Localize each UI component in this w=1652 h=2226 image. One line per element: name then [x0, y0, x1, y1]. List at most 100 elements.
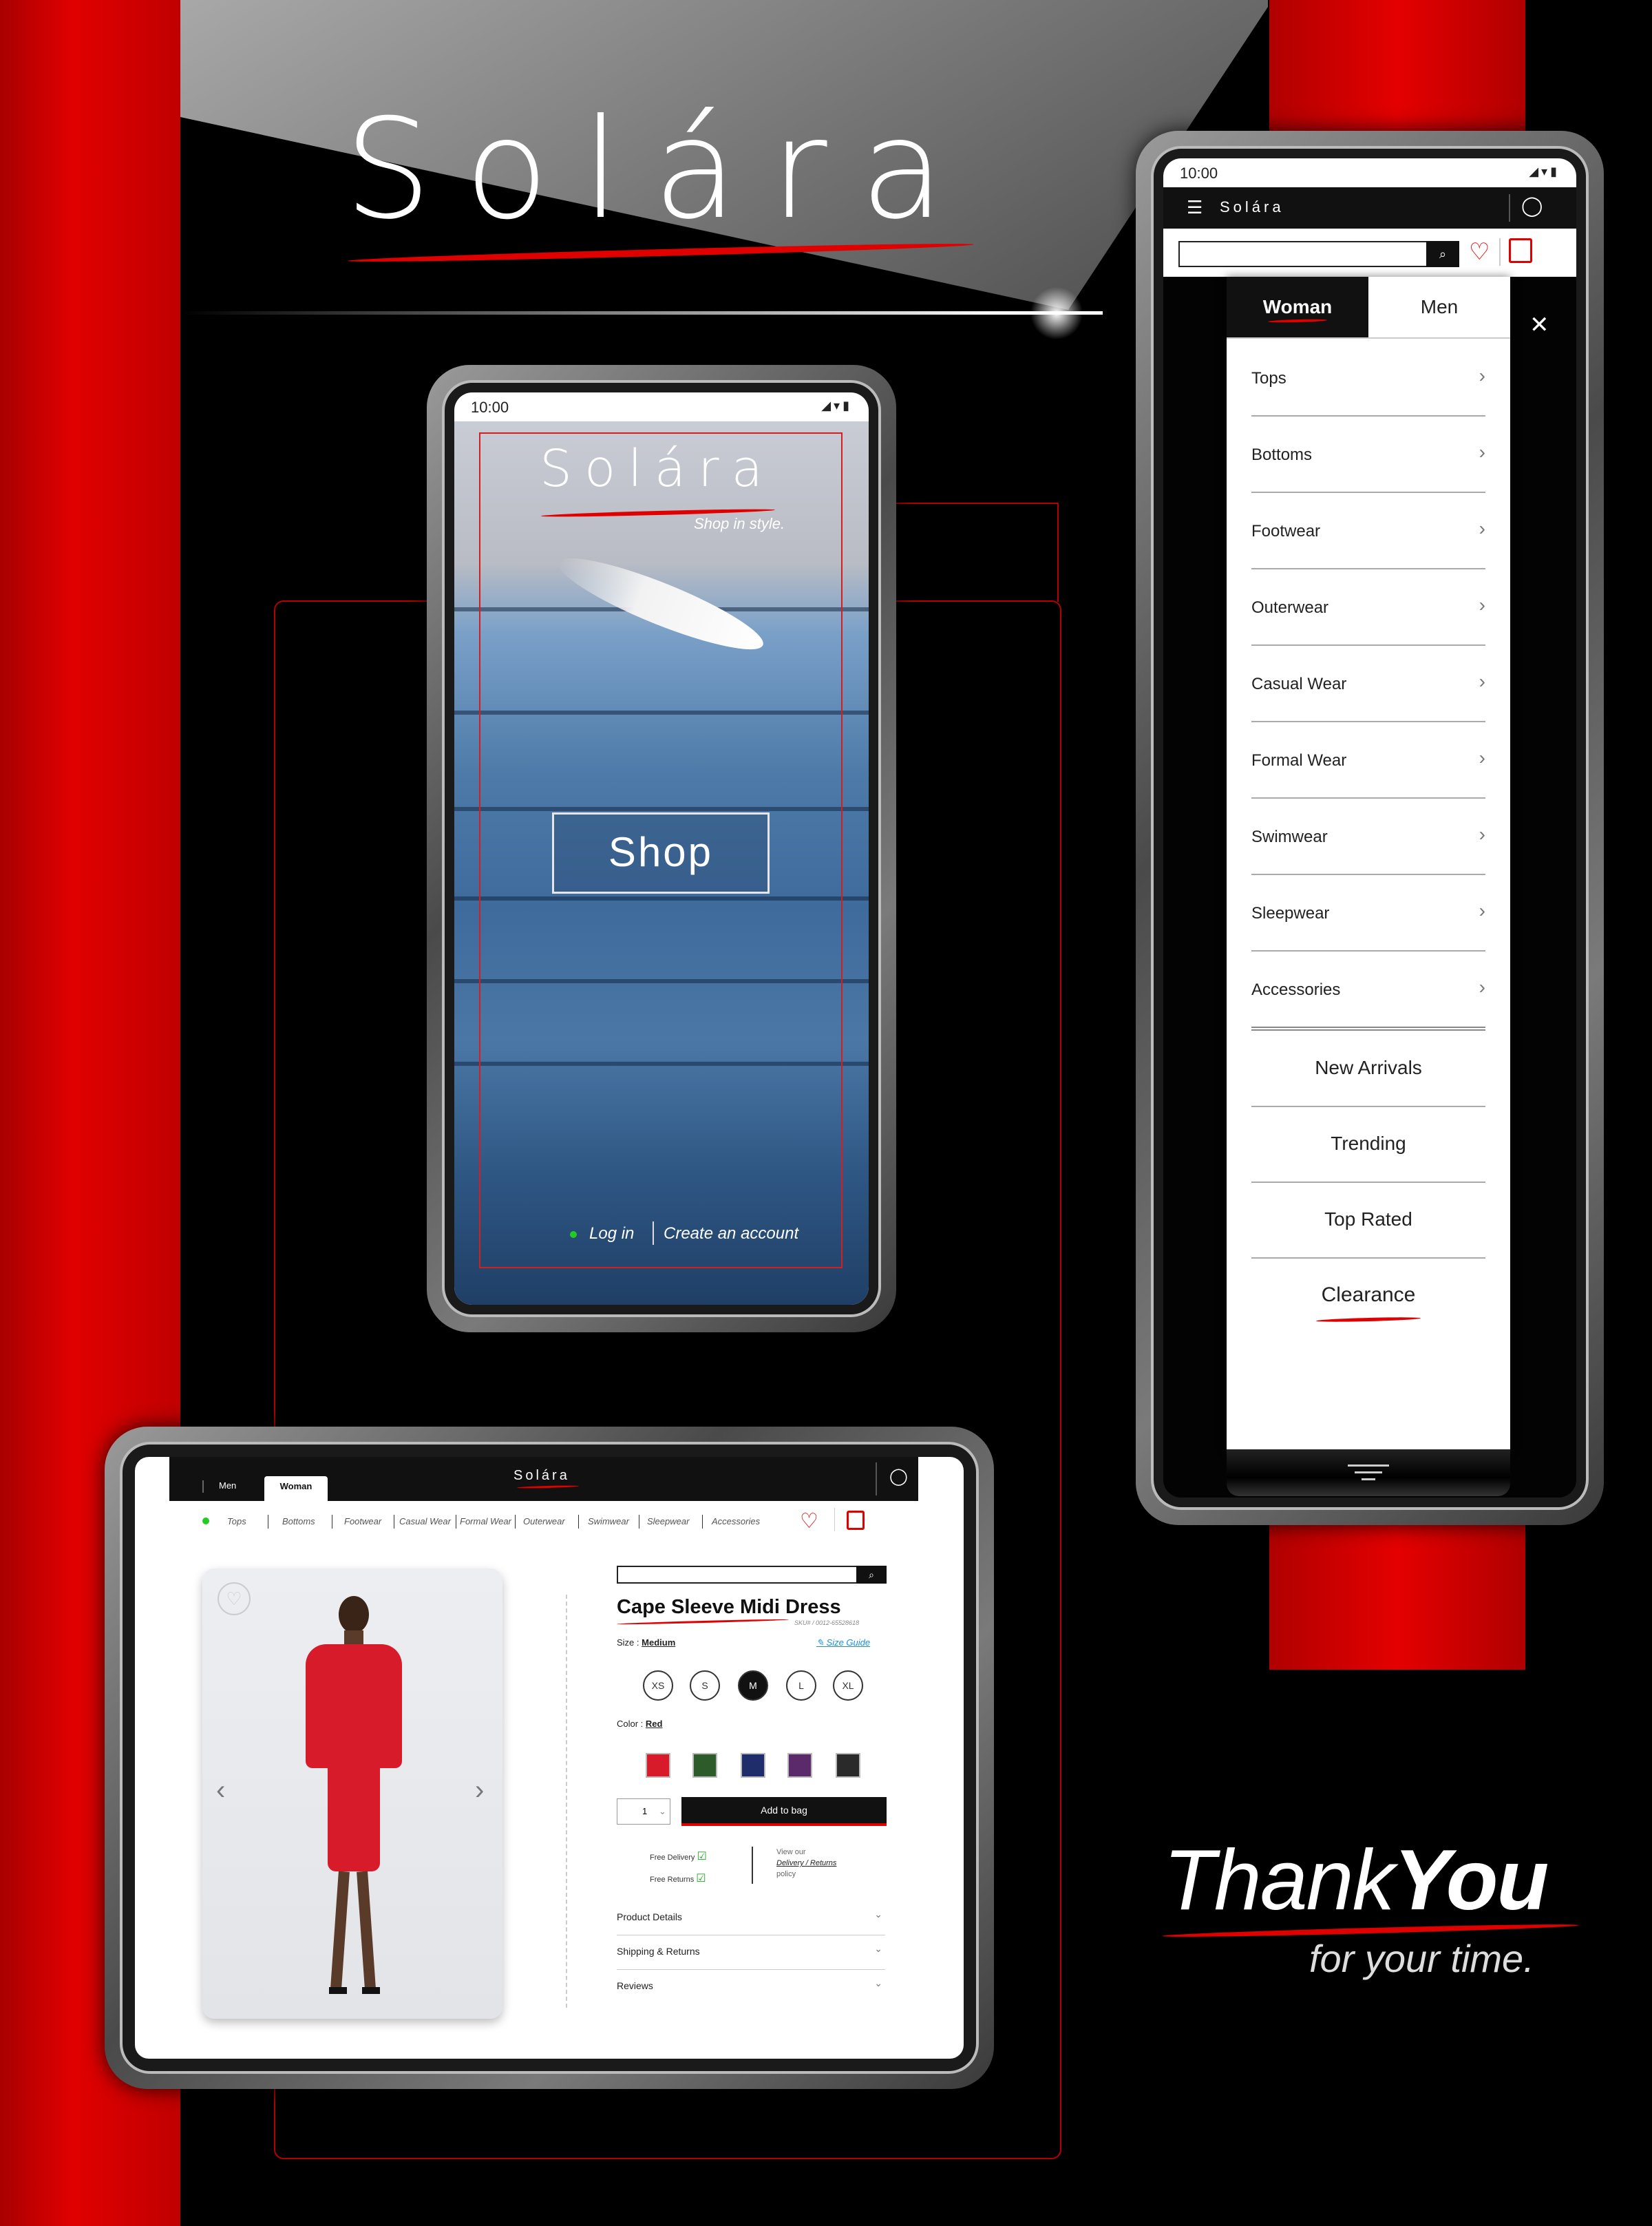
size-option-l[interactable]: L	[786, 1670, 816, 1701]
carousel-next-icon[interactable]: ›	[475, 1775, 484, 1806]
chevron-down-icon: ⌄	[659, 1806, 666, 1816]
drawer-handle[interactable]	[1227, 1449, 1510, 1496]
color-label: Color :	[617, 1719, 644, 1729]
accordion-product-details[interactable]: Product Details ⌄	[617, 1900, 885, 1935]
account-icon[interactable]: ◯	[1521, 194, 1543, 217]
hero-brand-title: Solára	[344, 90, 978, 250]
featured-clearance[interactable]: Clearance	[1251, 1257, 1485, 1333]
chevron-right-icon: ›	[1479, 594, 1485, 616]
nav-item-formal-wear[interactable]: Formal Wear	[460, 1516, 511, 1526]
search-icon: ⌕	[1439, 247, 1447, 261]
category-label: Sleepwear	[1251, 904, 1330, 923]
wishlist-heart-icon[interactable]: ♡	[218, 1582, 251, 1615]
category-item-formal-wear[interactable]: Formal Wear ›	[1251, 721, 1485, 799]
search-button[interactable]: ⌕	[856, 1566, 887, 1584]
category-item-casual-wear[interactable]: Casual Wear ›	[1251, 644, 1485, 722]
heart-icon[interactable]: ♡	[800, 1509, 818, 1533]
account-icon[interactable]: ◯	[889, 1467, 908, 1487]
category-label: Accessories	[1251, 980, 1341, 999]
search-button[interactable]: ⌕	[1426, 241, 1459, 267]
hamburger-menu-icon[interactable]: ☰	[1187, 197, 1203, 218]
chevron-right-icon: ›	[1479, 365, 1485, 386]
tab-men[interactable]: Men	[1368, 277, 1510, 337]
accordion-reviews[interactable]: Reviews ⌄	[617, 1969, 885, 2004]
tablet-logo: Solára	[513, 1468, 570, 1483]
free-returns-label: Free Returns ☑	[650, 1871, 706, 1885]
chevron-right-icon: ›	[1479, 900, 1485, 921]
category-label: Footwear	[1251, 522, 1321, 540]
product-title: Cape Sleeve Midi Dress	[617, 1596, 841, 1618]
size-option-xs[interactable]: XS	[643, 1670, 673, 1701]
divider	[653, 1221, 654, 1245]
thank-you-heading: ThankYou	[1163, 1831, 1549, 1929]
quantity-select[interactable]: 1 ⌄	[617, 1798, 670, 1825]
divider	[1509, 194, 1510, 222]
tab-woman[interactable]: Woman	[1227, 277, 1368, 337]
color-swatch-purple[interactable]	[787, 1753, 812, 1778]
splash-tagline: Shop in style.	[694, 515, 785, 532]
policy-text: View our Delivery / Returns policy	[776, 1847, 836, 1880]
featured-trending[interactable]: Trending	[1251, 1106, 1485, 1183]
nav-item-accessories[interactable]: Accessories	[712, 1516, 760, 1526]
checkbox-checked-icon: ☑	[697, 1851, 707, 1862]
nav-item-outerwear[interactable]: Outerwear	[523, 1516, 565, 1526]
category-drawer: Woman Men Tops › Bottoms › Footwear › Outer…	[1227, 277, 1510, 1449]
size-option-xl[interactable]: XL	[833, 1670, 863, 1701]
color-swatch-black[interactable]	[836, 1753, 860, 1778]
heart-icon[interactable]: ♡	[1469, 238, 1490, 266]
divider	[1499, 238, 1501, 266]
phone-splash-device: 10:00 ◢▾▮ Solára Shop in style. Shop Log…	[427, 365, 896, 1332]
nav-item-sleepwear[interactable]: Sleepwear	[647, 1516, 689, 1526]
add-to-bag-button[interactable]: Add to bag	[681, 1797, 887, 1826]
shopping-bag-icon[interactable]	[1509, 238, 1532, 263]
size-option-m[interactable]: M	[738, 1670, 768, 1701]
delivery-returns-link[interactable]: Delivery / Returns	[776, 1858, 836, 1869]
nav-item-tops[interactable]: Tops	[227, 1516, 246, 1526]
search-input[interactable]	[1178, 241, 1429, 267]
nav-item-casual-wear[interactable]: Casual Wear	[399, 1516, 451, 1526]
size-row: Size : Medium	[617, 1637, 675, 1648]
search-input[interactable]	[617, 1566, 859, 1584]
size-guide-link[interactable]: ✎ Size Guide	[816, 1637, 870, 1648]
status-time: 10:00	[471, 399, 509, 416]
category-item-tops[interactable]: Tops ›	[1251, 339, 1485, 417]
tablet-device: Men Woman Solára ◯ Tops Bottoms Footwear…	[105, 1427, 994, 2089]
free-delivery-label: Free Delivery ☑	[650, 1849, 707, 1863]
chevron-right-icon: ›	[1479, 441, 1485, 463]
size-option-s[interactable]: S	[690, 1670, 720, 1701]
divider	[566, 1595, 567, 2008]
shop-button[interactable]: Shop	[552, 812, 770, 894]
create-account-link[interactable]: Create an account	[664, 1224, 798, 1243]
shopping-bag-icon[interactable]	[847, 1511, 865, 1530]
online-indicator-icon	[570, 1231, 577, 1238]
category-item-sleepwear[interactable]: Sleepwear ›	[1251, 874, 1485, 952]
status-bar: 10:00 ◢▾▮	[454, 392, 869, 421]
color-swatch-navy[interactable]	[741, 1753, 765, 1778]
close-icon[interactable]: ✕	[1529, 311, 1549, 339]
divider	[202, 1480, 204, 1493]
online-indicator-icon	[202, 1518, 209, 1524]
tab-men[interactable]: Men	[219, 1480, 236, 1491]
color-swatch-red[interactable]	[646, 1753, 670, 1778]
category-item-accessories[interactable]: Accessories ›	[1251, 950, 1485, 1031]
signal-wifi-battery-icon: ◢▾▮	[1529, 165, 1560, 178]
nav-item-footwear[interactable]: Footwear	[344, 1516, 381, 1526]
category-item-swimwear[interactable]: Swimwear ›	[1251, 797, 1485, 875]
featured-top-rated[interactable]: Top Rated	[1251, 1182, 1485, 1259]
product-photo-model	[299, 1596, 409, 2009]
category-label: Outerwear	[1251, 598, 1329, 617]
category-item-bottoms[interactable]: Bottoms ›	[1251, 415, 1485, 493]
featured-new-arrivals[interactable]: New Arrivals	[1251, 1030, 1485, 1107]
nav-item-bottoms[interactable]: Bottoms	[282, 1516, 315, 1526]
carousel-prev-icon[interactable]: ‹	[216, 1775, 225, 1806]
login-link[interactable]: Log in	[589, 1224, 634, 1243]
category-item-outerwear[interactable]: Outerwear ›	[1251, 568, 1485, 646]
accordion-shipping-returns[interactable]: Shipping & Returns ⌄	[617, 1935, 885, 1970]
tab-woman[interactable]: Woman	[264, 1476, 328, 1501]
category-label: Formal Wear	[1251, 751, 1347, 770]
size-guide-label: Size Guide	[826, 1637, 871, 1648]
color-swatch-green[interactable]	[692, 1753, 717, 1778]
category-item-footwear[interactable]: Footwear ›	[1251, 492, 1485, 569]
accordion-label: Shipping & Returns	[617, 1946, 700, 1957]
nav-item-swimwear[interactable]: Swimwear	[588, 1516, 629, 1526]
